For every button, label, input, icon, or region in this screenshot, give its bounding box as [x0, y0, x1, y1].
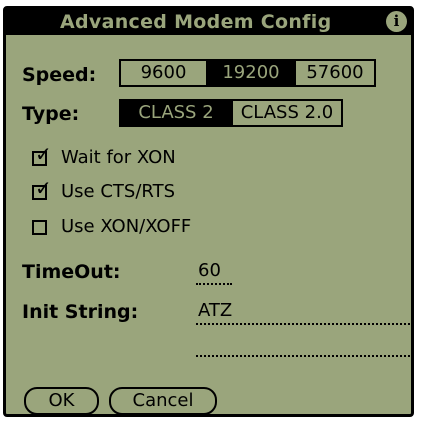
checkbox-label: Use CTS/RTS: [61, 181, 176, 202]
timeout-label: TimeOut:: [22, 261, 121, 283]
checkbox-box[interactable]: ✓: [32, 144, 52, 166]
init-string-label: Init String:: [22, 301, 139, 323]
speed-option-19200[interactable]: 19200: [206, 61, 294, 85]
checkbox-label: Use XON/XOFF: [61, 216, 192, 237]
init-string-field-line2[interactable]: [196, 331, 410, 357]
checkmark-icon: ✓: [35, 141, 52, 166]
info-icon[interactable]: i: [386, 11, 407, 32]
checkbox-use-cts-rts[interactable]: ✓ Use CTS/RTS: [32, 178, 176, 204]
type-option-class20[interactable]: CLASS 2.0: [231, 101, 341, 125]
ok-button[interactable]: OK: [24, 387, 99, 415]
checkbox-label: Wait for XON: [61, 147, 176, 168]
checkbox-box[interactable]: ✓: [32, 178, 52, 200]
checkmark-icon: ✓: [35, 175, 52, 200]
speed-option-57600[interactable]: 57600: [294, 61, 374, 85]
checkbox-box[interactable]: [32, 219, 47, 235]
speed-option-9600[interactable]: 9600: [121, 61, 206, 85]
type-selector: CLASS 2 CLASS 2.0: [119, 99, 343, 127]
cancel-button[interactable]: Cancel: [109, 387, 217, 415]
checkbox-use-xon-xoff[interactable]: Use XON/XOFF: [32, 215, 191, 239]
title-bar: Advanced Modem Config i: [6, 9, 411, 35]
dialog-title: Advanced Modem Config: [60, 11, 332, 33]
checkbox-wait-for-xon[interactable]: ✓ Wait for XON: [32, 144, 176, 170]
type-option-class2[interactable]: CLASS 2: [121, 101, 231, 125]
speed-selector: 9600 19200 57600: [119, 59, 376, 87]
init-string-field[interactable]: ATZ: [196, 299, 410, 325]
speed-label: Speed:: [22, 64, 97, 86]
modem-config-dialog: Advanced Modem Config i Speed: 9600 1920…: [3, 6, 414, 417]
type-label: Type:: [22, 103, 80, 125]
timeout-field[interactable]: 60: [196, 259, 232, 285]
